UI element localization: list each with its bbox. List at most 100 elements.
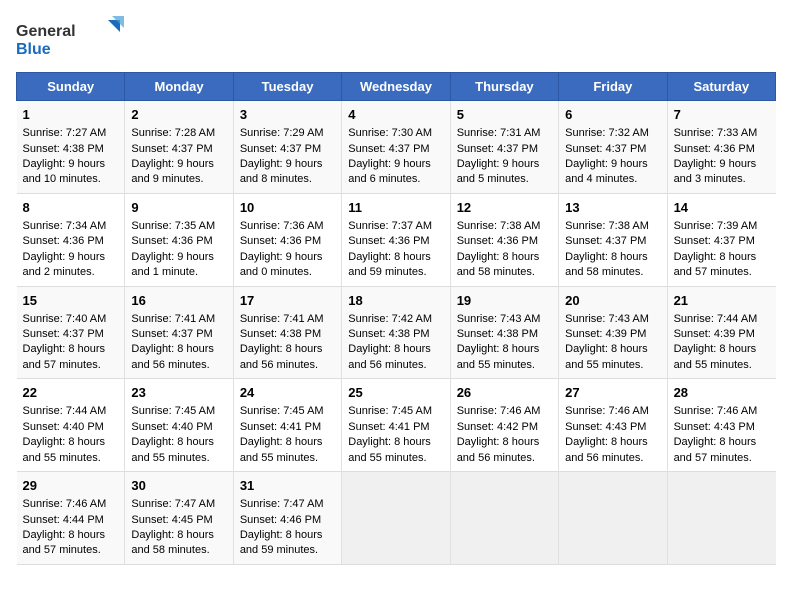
calendar-cell: 13Sunrise: 7:38 AMSunset: 4:37 PMDayligh… [559, 193, 667, 286]
calendar-cell: 2Sunrise: 7:28 AMSunset: 4:37 PMDaylight… [125, 101, 233, 194]
day-number: 16 [131, 292, 226, 310]
calendar-cell: 4Sunrise: 7:30 AMSunset: 4:37 PMDaylight… [342, 101, 450, 194]
day-number: 21 [674, 292, 770, 310]
calendar-cell: 15Sunrise: 7:40 AMSunset: 4:37 PMDayligh… [17, 286, 125, 379]
sunset-time: Sunset: 4:38 PM [240, 328, 321, 340]
day-number: 3 [240, 106, 335, 124]
sunset-time: Sunset: 4:42 PM [457, 421, 538, 433]
sunset-time: Sunset: 4:43 PM [565, 421, 646, 433]
header-friday: Friday [559, 73, 667, 101]
sunrise-time: Sunrise: 7:45 AM [240, 405, 324, 417]
calendar-cell [559, 472, 667, 565]
sunset-time: Sunset: 4:37 PM [240, 143, 321, 155]
calendar-cell: 11Sunrise: 7:37 AMSunset: 4:36 PMDayligh… [342, 193, 450, 286]
sunset-time: Sunset: 4:41 PM [348, 421, 429, 433]
calendar-cell: 6Sunrise: 7:32 AMSunset: 4:37 PMDaylight… [559, 101, 667, 194]
calendar-cell: 1Sunrise: 7:27 AMSunset: 4:38 PMDaylight… [17, 101, 125, 194]
header-saturday: Saturday [667, 73, 775, 101]
sunrise-time: Sunrise: 7:46 AM [23, 498, 107, 510]
calendar-cell: 19Sunrise: 7:43 AMSunset: 4:38 PMDayligh… [450, 286, 558, 379]
sunset-time: Sunset: 4:38 PM [457, 328, 538, 340]
day-number: 8 [23, 199, 119, 217]
calendar-cell [667, 472, 775, 565]
day-number: 7 [674, 106, 770, 124]
sunset-time: Sunset: 4:38 PM [348, 328, 429, 340]
sunrise-time: Sunrise: 7:36 AM [240, 220, 324, 232]
sunrise-time: Sunrise: 7:38 AM [457, 220, 541, 232]
daylight-hours: Daylight: 8 hours and 55 minutes. [457, 343, 540, 370]
sunset-time: Sunset: 4:36 PM [348, 235, 429, 247]
calendar-cell: 25Sunrise: 7:45 AMSunset: 4:41 PMDayligh… [342, 379, 450, 472]
daylight-hours: Daylight: 8 hours and 58 minutes. [565, 251, 648, 278]
daylight-hours: Daylight: 9 hours and 3 minutes. [674, 158, 757, 185]
calendar-cell: 8Sunrise: 7:34 AMSunset: 4:36 PMDaylight… [17, 193, 125, 286]
day-number: 13 [565, 199, 660, 217]
calendar-cell: 20Sunrise: 7:43 AMSunset: 4:39 PMDayligh… [559, 286, 667, 379]
day-number: 29 [23, 477, 119, 495]
sunset-time: Sunset: 4:36 PM [23, 235, 104, 247]
daylight-hours: Daylight: 9 hours and 10 minutes. [23, 158, 106, 185]
day-number: 18 [348, 292, 443, 310]
daylight-hours: Daylight: 8 hours and 55 minutes. [131, 436, 214, 463]
calendar-cell: 16Sunrise: 7:41 AMSunset: 4:37 PMDayligh… [125, 286, 233, 379]
day-number: 2 [131, 106, 226, 124]
logo-icon: General Blue [16, 16, 126, 60]
logo: General Blue [16, 16, 126, 60]
sunrise-time: Sunrise: 7:44 AM [23, 405, 107, 417]
calendar-cell: 18 Sunrise: 7:42 AM Sunset: 4:38 PM Dayligh… [342, 286, 450, 379]
sunrise-time: Sunrise: 7:39 AM [674, 220, 758, 232]
sunset-time: Sunset: 4:37 PM [674, 235, 755, 247]
day-number: 6 [565, 106, 660, 124]
calendar-cell: 26Sunrise: 7:46 AMSunset: 4:42 PMDayligh… [450, 379, 558, 472]
sunset-time: Sunset: 4:46 PM [240, 514, 321, 526]
sunset-time: Sunset: 4:37 PM [131, 143, 212, 155]
sunset-time: Sunset: 4:43 PM [674, 421, 755, 433]
sunset-time: Sunset: 4:40 PM [131, 421, 212, 433]
day-number: 20 [565, 292, 660, 310]
day-number: 15 [23, 292, 119, 310]
daylight-hours: Daylight: 8 hours and 55 minutes. [348, 436, 431, 463]
sunrise-time: Sunrise: 7:42 AM [348, 313, 432, 325]
day-number: 30 [131, 477, 226, 495]
calendar-cell: 21Sunrise: 7:44 AMSunset: 4:39 PMDayligh… [667, 286, 775, 379]
calendar-cell: 24Sunrise: 7:45 AMSunset: 4:41 PMDayligh… [233, 379, 341, 472]
calendar-cell: 10Sunrise: 7:36 AMSunset: 4:36 PMDayligh… [233, 193, 341, 286]
calendar-cell: 28Sunrise: 7:46 AMSunset: 4:43 PMDayligh… [667, 379, 775, 472]
daylight-hours: Daylight: 8 hours and 58 minutes. [457, 251, 540, 278]
calendar-cell: 9Sunrise: 7:35 AMSunset: 4:36 PMDaylight… [125, 193, 233, 286]
sunset-time: Sunset: 4:36 PM [457, 235, 538, 247]
sunset-time: Sunset: 4:37 PM [565, 143, 646, 155]
sunrise-time: Sunrise: 7:31 AM [457, 127, 541, 139]
day-number: 11 [348, 199, 443, 217]
day-number: 27 [565, 384, 660, 402]
sunset-time: Sunset: 4:36 PM [674, 143, 755, 155]
daylight-hours: Daylight: 9 hours and 5 minutes. [457, 158, 540, 185]
daylight-hours: Daylight: 8 hours and 59 minutes. [240, 529, 323, 556]
daylight-hours: Daylight: 8 hours and 55 minutes. [240, 436, 323, 463]
calendar-cell: 12Sunrise: 7:38 AMSunset: 4:36 PMDayligh… [450, 193, 558, 286]
daylight-hours: Daylight: 8 hours and 56 minutes. [565, 436, 648, 463]
sunrise-time: Sunrise: 7:27 AM [23, 127, 107, 139]
sunset-time: Sunset: 4:37 PM [565, 235, 646, 247]
daylight-hours: Daylight: 8 hours and 56 minutes. [457, 436, 540, 463]
daylight-hours: Daylight: 8 hours and 56 minutes. [348, 343, 431, 370]
sunrise-time: Sunrise: 7:34 AM [23, 220, 107, 232]
day-number: 5 [457, 106, 552, 124]
daylight-hours: Daylight: 8 hours and 55 minutes. [565, 343, 648, 370]
calendar-cell: 22Sunrise: 7:44 AMSunset: 4:40 PMDayligh… [17, 379, 125, 472]
sunset-time: Sunset: 4:37 PM [131, 328, 212, 340]
sunrise-time: Sunrise: 7:45 AM [348, 405, 432, 417]
day-number: 19 [457, 292, 552, 310]
sunset-time: Sunset: 4:37 PM [23, 328, 104, 340]
sunset-time: Sunset: 4:40 PM [23, 421, 104, 433]
week-row-5: 29Sunrise: 7:46 AMSunset: 4:44 PMDayligh… [17, 472, 776, 565]
daylight-hours: Daylight: 9 hours and 9 minutes. [131, 158, 214, 185]
sunrise-time: Sunrise: 7:46 AM [565, 405, 649, 417]
sunrise-time: Sunrise: 7:46 AM [674, 405, 758, 417]
calendar-cell: 31Sunrise: 7:47 AMSunset: 4:46 PMDayligh… [233, 472, 341, 565]
day-number: 4 [348, 106, 443, 124]
week-row-1: 1Sunrise: 7:27 AMSunset: 4:38 PMDaylight… [17, 101, 776, 194]
sunset-time: Sunset: 4:41 PM [240, 421, 321, 433]
daylight-hours: Daylight: 8 hours and 58 minutes. [131, 529, 214, 556]
sunrise-time: Sunrise: 7:47 AM [240, 498, 324, 510]
